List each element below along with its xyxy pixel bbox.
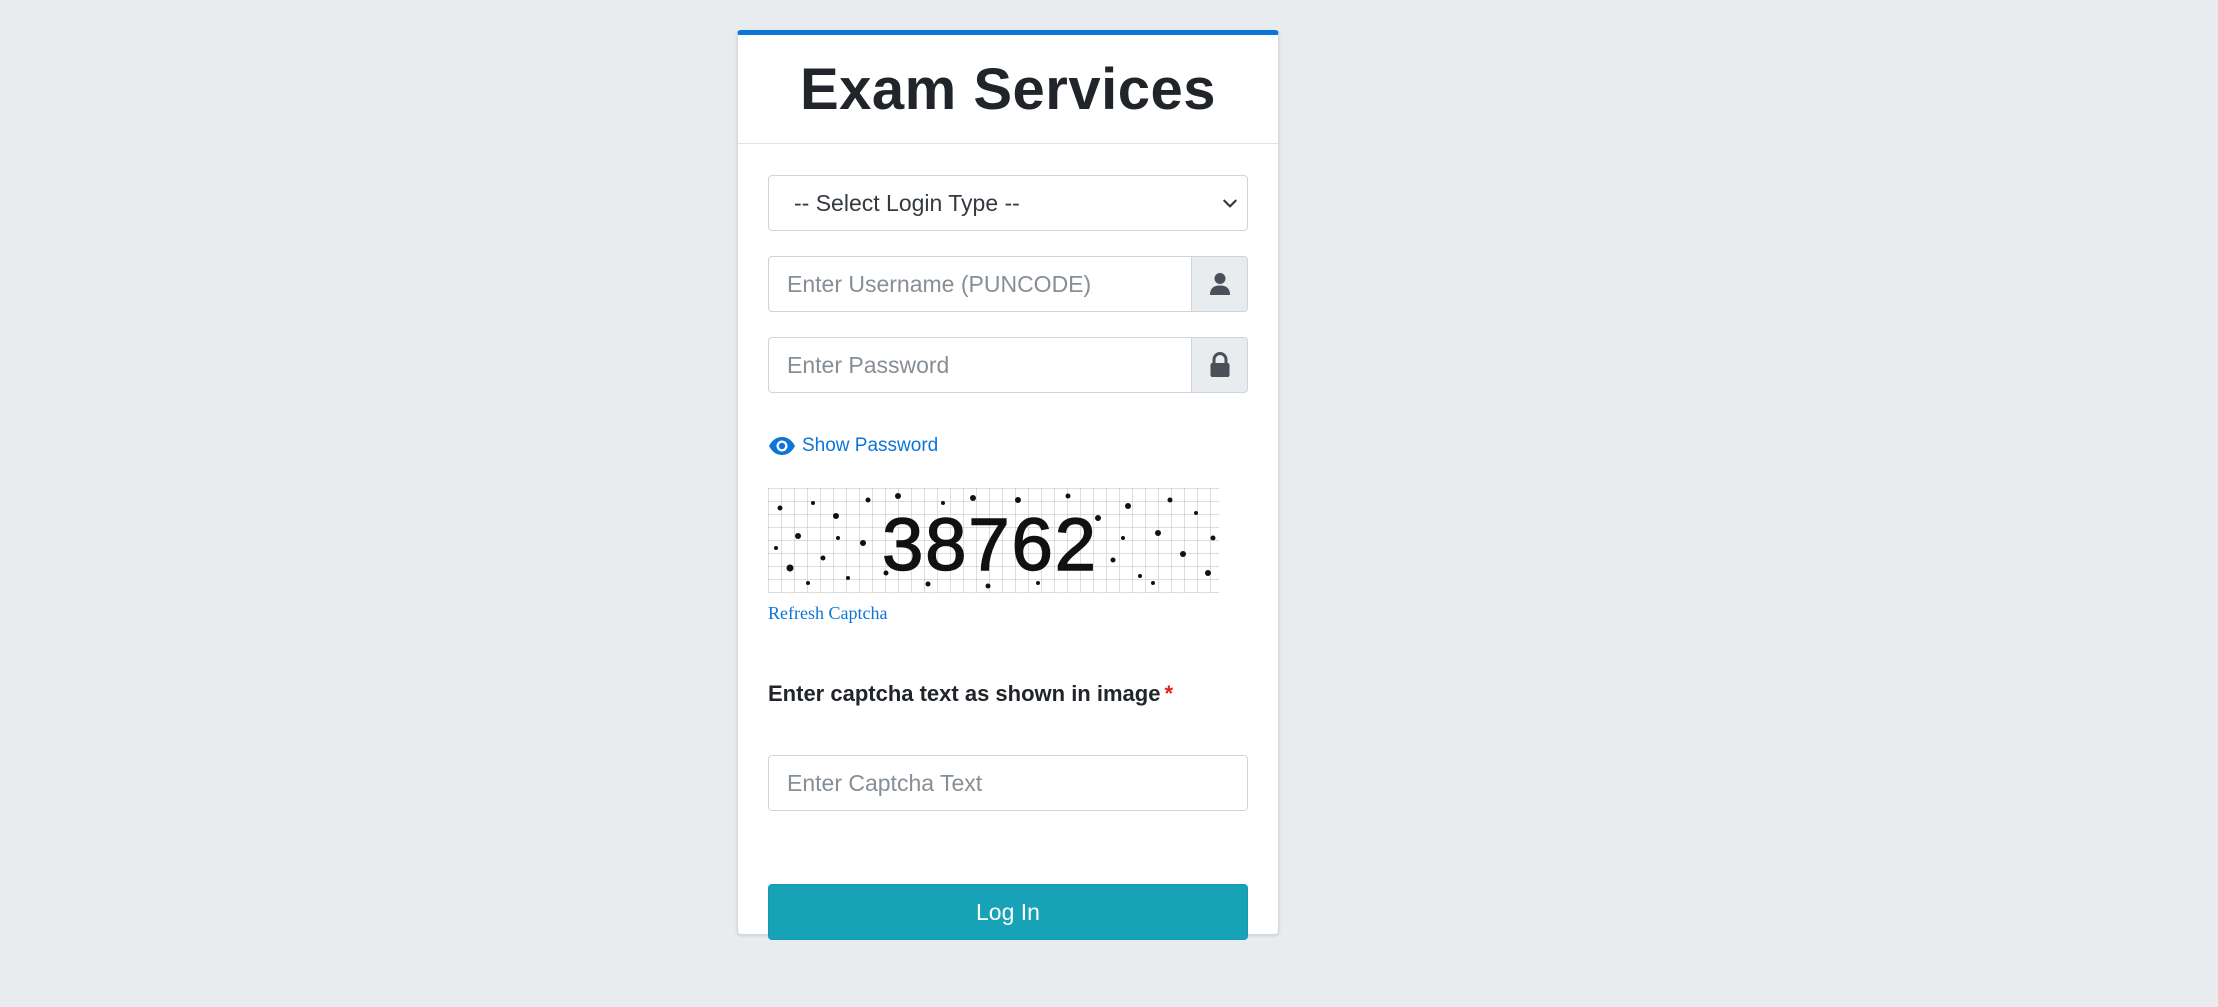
page-title: Exam Services [799, 56, 1217, 122]
chevron-down-icon [1223, 199, 1237, 208]
show-password-toggle[interactable]: Show Password [768, 435, 938, 457]
captcha-text: 38762 [882, 503, 1098, 586]
captcha-image: 38762 [768, 488, 1219, 593]
login-button[interactable]: Log In [768, 884, 1248, 940]
username-group [768, 256, 1248, 312]
card-header: Exam Services [738, 35, 1278, 144]
username-input[interactable] [768, 256, 1191, 312]
password-group [768, 337, 1248, 393]
captcha-label: Enter captcha text as shown in image * [768, 681, 1173, 707]
login-type-select[interactable]: -- Select Login Type -- [768, 175, 1248, 231]
captcha-label-text: Enter captcha text as shown in image [768, 681, 1161, 706]
eye-icon [769, 437, 795, 455]
login-card: Exam Services -- Select Login Type -- En… [737, 30, 1279, 940]
password-addon [1191, 337, 1248, 393]
refresh-captcha-link[interactable]: Refresh Captcha [768, 603, 887, 624]
required-marker: * [1164, 681, 1174, 706]
captcha-input[interactable] [768, 755, 1248, 811]
username-addon [1191, 256, 1248, 312]
login-type-selected: -- Select Login Type -- [794, 189, 1020, 216]
show-password-label: Show Password [802, 435, 939, 456]
password-input[interactable] [768, 337, 1191, 393]
lock-icon [1210, 352, 1229, 377]
user-icon [1209, 273, 1230, 295]
